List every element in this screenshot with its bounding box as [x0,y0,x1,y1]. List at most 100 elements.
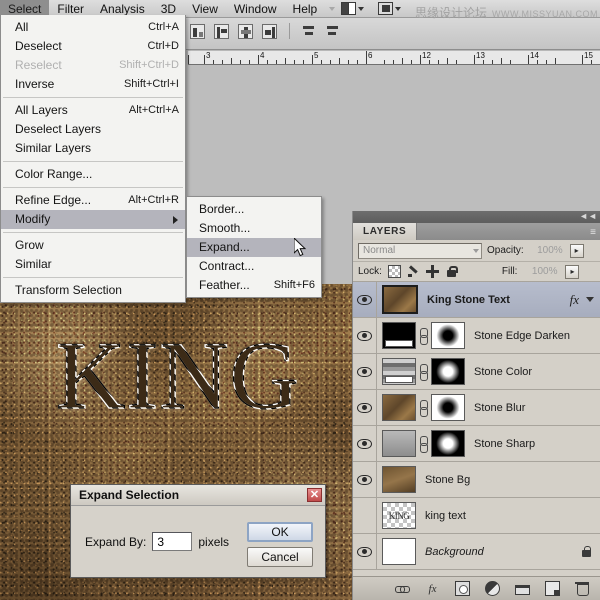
eye-icon[interactable] [357,331,372,341]
horizontal-ruler[interactable]: 3 4 5 6 12 13 14 15 16 17 18 [188,51,600,65]
menu-window[interactable]: Window [226,0,285,18]
layer-style-fx-icon[interactable]: fx [570,292,579,308]
layer-mask-thumbnail[interactable] [431,394,465,421]
layer-visibility-cell[interactable] [353,390,377,425]
fill-value[interactable]: 100% [523,264,559,279]
layer-thumbnail[interactable] [382,358,416,385]
layer-mask-thumbnail[interactable] [431,358,465,385]
cancel-button[interactable]: Cancel [247,547,313,567]
close-icon[interactable]: ✕ [307,488,322,502]
align-left-edges-icon[interactable] [214,24,229,39]
submenu-item-smooth[interactable]: Smooth... [187,219,321,238]
layer-visibility-cell[interactable] [353,462,377,497]
mask-link-icon[interactable] [419,433,428,455]
lock-transparent-pixels-icon[interactable] [388,265,401,278]
collapse-panel-icon[interactable]: ◄◄ [579,212,597,221]
layer-visibility-cell[interactable] [353,534,377,569]
screen-mode-icon[interactable] [341,2,356,15]
layer-style-fx-icon[interactable]: fx [425,581,440,596]
align-horizontal-centers-icon[interactable] [238,24,253,39]
chevron-down-icon-fx[interactable] [586,297,594,302]
align-top-edges-icon[interactable] [190,24,205,39]
menu-item-inverse[interactable]: Inverse Shift+Ctrl+I [1,75,185,94]
dialog-title-bar[interactable]: Expand Selection ✕ [71,485,325,506]
layer-name[interactable]: king text [416,510,600,522]
menu-view[interactable]: View [184,0,226,18]
chevron-down-icon-arrange[interactable] [395,7,401,11]
align-right-edges-icon[interactable] [262,24,277,39]
layer-visibility-cell[interactable] [353,498,377,533]
submenu-item-expand[interactable]: Expand... [187,238,321,257]
menu-item-modify[interactable]: Modify [1,210,185,229]
panel-dock-header[interactable]: ◄◄ [353,211,600,223]
layer-name[interactable]: Background [416,546,582,558]
layer-thumbnail[interactable] [382,285,418,314]
layer-thumbnail[interactable] [382,322,416,349]
delete-layer-icon[interactable] [575,581,590,596]
layer-visibility-cell[interactable] [353,282,377,317]
submenu-item-feather[interactable]: Feather... Shift+F6 [187,276,321,295]
layer-thumbnail[interactable] [382,394,416,421]
lock-image-pixels-icon[interactable] [407,265,420,278]
menu-item-grow[interactable]: Grow [1,236,185,255]
eye-icon[interactable] [357,403,372,413]
submenu-item-border[interactable]: Border... [187,200,321,219]
eye-icon[interactable] [357,295,372,305]
eye-icon[interactable] [357,547,372,557]
chevron-down-icon-screen[interactable] [358,7,364,11]
link-layers-icon[interactable] [395,581,410,596]
menu-help[interactable]: Help [285,0,326,18]
layer-thumbnail[interactable] [382,466,416,493]
mask-link-icon[interactable] [419,397,428,419]
select-dropdown-menu[interactable]: All Ctrl+A Deselect Ctrl+D Reselect Shif… [0,15,186,303]
eye-icon[interactable] [357,367,372,377]
layer-row-stone-bg[interactable]: Stone Bg [353,462,600,498]
lock-position-icon[interactable] [426,265,439,278]
arrange-documents-icon[interactable] [378,2,393,15]
menu-item-all[interactable]: All Ctrl+A [1,18,185,37]
layer-name[interactable]: King Stone Text [418,294,570,306]
layer-name[interactable]: Stone Edge Darken [465,330,600,342]
layer-visibility-cell[interactable] [353,318,377,353]
menu-item-refine-edge[interactable]: Refine Edge... Alt+Ctrl+R [1,191,185,210]
arrange-documents-control[interactable] [378,2,401,15]
eye-icon[interactable] [357,475,372,485]
menu-item-deselect[interactable]: Deselect Ctrl+D [1,37,185,56]
layer-row-stone-blur[interactable]: Stone Blur [353,390,600,426]
layer-fx-cell[interactable]: fx [570,292,600,308]
blend-mode-select[interactable]: Normal [358,243,482,259]
layer-name[interactable]: Stone Sharp [465,438,600,450]
menu-item-transform-selection[interactable]: Transform Selection [1,281,185,300]
layer-row-stone-color[interactable]: Stone Color [353,354,600,390]
tab-layers[interactable]: LAYERS [353,223,417,240]
eye-icon[interactable] [357,439,372,449]
distribute-vertical-centers-icon[interactable] [302,24,316,38]
layer-row-king-stone-text[interactable]: King Stone Text fx [353,282,600,318]
layer-row-stone-edge-darken[interactable]: Stone Edge Darken [353,318,600,354]
layer-visibility-cell[interactable] [353,354,377,389]
layer-mask-thumbnail[interactable] [431,322,465,349]
mask-link-icon[interactable] [419,325,428,347]
lock-all-icon[interactable] [445,265,458,278]
layer-name[interactable]: Stone Color [465,366,600,378]
new-layer-icon[interactable] [545,581,560,596]
distribute-horizontal-centers-icon[interactable] [325,24,339,38]
layer-thumbnail[interactable] [382,430,416,457]
layer-visibility-cell[interactable] [353,426,377,461]
menu-item-deselect-layers[interactable]: Deselect Layers [1,120,185,139]
menu-item-color-range[interactable]: Color Range... [1,165,185,184]
screen-mode-control[interactable] [341,2,364,15]
opacity-slider-button[interactable]: ▸ [570,244,584,258]
menu-item-similar-layers[interactable]: Similar Layers [1,139,185,158]
modify-submenu[interactable]: Border... Smooth... Expand... Contract..… [186,196,322,298]
layer-name[interactable]: Stone Blur [465,402,600,414]
ok-button[interactable]: OK [247,522,313,542]
layer-name[interactable]: Stone Bg [416,474,600,486]
submenu-item-contract[interactable]: Contract... [187,257,321,276]
layer-thumbnail[interactable] [382,538,416,565]
opacity-value[interactable]: 100% [529,243,565,258]
menu-item-all-layers[interactable]: All Layers Alt+Ctrl+A [1,101,185,120]
add-layer-mask-icon[interactable] [455,581,470,596]
fill-slider-button[interactable]: ▸ [565,265,579,279]
mask-link-icon[interactable] [419,361,428,383]
